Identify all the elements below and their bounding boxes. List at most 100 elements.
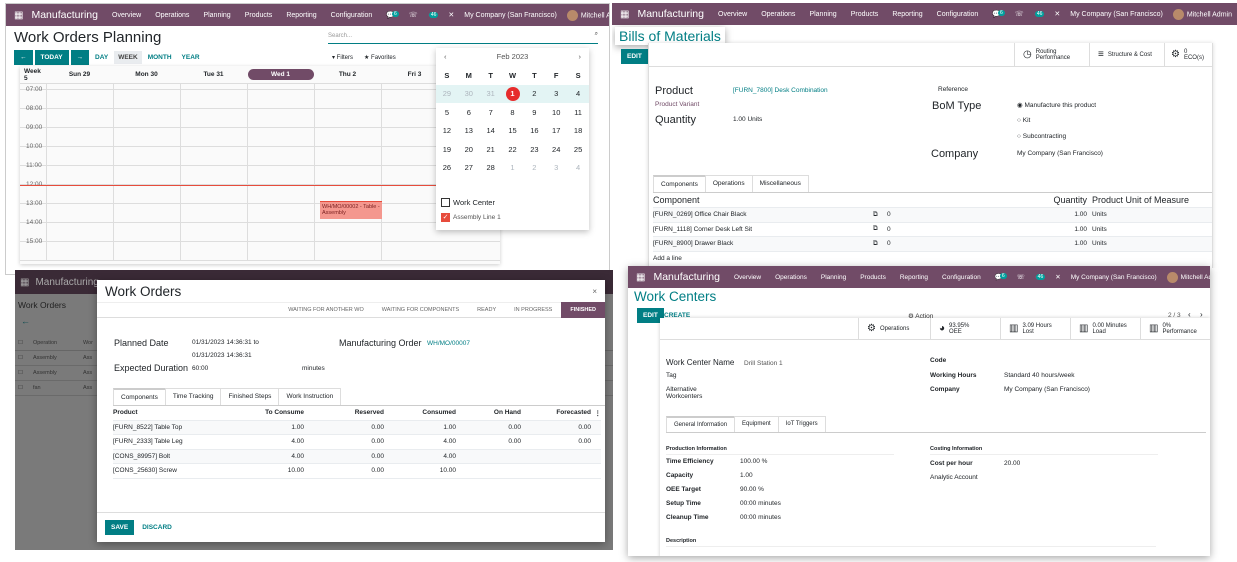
table-row[interactable]: [CONS_25630] Screw 10.00 0.00 10.00 (113, 464, 601, 479)
table-row[interactable]: [FURN_0269] Office Chair Black ⧉ 0 1.00 Unit… (653, 208, 1212, 223)
day-column-cell[interactable] (247, 147, 248, 165)
day-column-cell[interactable] (113, 223, 114, 241)
company-field[interactable]: My Company (San Francisco) (1004, 386, 1090, 393)
calendar-event[interactable]: WH/MO/00002 - Table - Assembly (320, 201, 382, 219)
activity-icon[interactable]: ◔46 (1035, 273, 1046, 281)
phone-icon[interactable]: ☏ (1015, 10, 1024, 18)
hour-row[interactable]: 09:00 (20, 124, 500, 147)
phone-icon[interactable]: ☏ (1017, 273, 1025, 281)
hour-row[interactable]: 07:00 (20, 86, 500, 109)
stat-button-oee[interactable]: ◕ 93.95% OEE (930, 318, 1000, 339)
day-column-cell[interactable] (180, 147, 181, 165)
radio-checked-icon[interactable]: ◉ (1017, 102, 1023, 109)
day-column-cell[interactable] (180, 242, 181, 260)
apps-menu-icon[interactable]: ▦ (620, 9, 629, 20)
stat-button-performance[interactable]: ▥ 0% Performance (1140, 318, 1210, 339)
checkbox-icon[interactable] (441, 198, 450, 207)
day-column-cell[interactable] (180, 90, 181, 108)
day-column-cell[interactable] (381, 242, 382, 260)
day-column-cell[interactable] (381, 128, 382, 146)
day-column-cell[interactable] (180, 128, 181, 146)
calendar-day[interactable]: 6 (458, 108, 480, 117)
hour-row[interactable]: 08:00 (20, 105, 500, 128)
menu-planning[interactable]: Planning (203, 12, 230, 19)
day-column-cell[interactable] (180, 204, 181, 222)
scale-year[interactable]: YEAR (178, 51, 204, 64)
close-icon[interactable]: × (592, 287, 597, 296)
tab-work-instruction[interactable]: Work Instruction (278, 388, 342, 405)
day-column-cell[interactable] (113, 109, 114, 127)
day-header[interactable]: Thu 2 (314, 71, 381, 78)
stat-button-load[interactable]: ▥ 0.00 Minutes Load (1070, 318, 1140, 339)
user-menu[interactable]: Mitchell Admin (1172, 8, 1232, 20)
bom-type-manufacture[interactable]: ◉ Manufacture this product (1017, 101, 1096, 109)
app-name[interactable]: Manufacturing (31, 9, 98, 21)
calendar-day[interactable]: 16 (523, 126, 545, 135)
day-column-cell[interactable] (46, 128, 47, 146)
time-grid[interactable]: 06:0007:0008:0009:0010:0011:0012:0013:00… (20, 84, 500, 261)
calendar-day[interactable]: 12 (436, 126, 458, 135)
calendar-day[interactable]: 23 (523, 145, 545, 154)
calendar-day[interactable]: 10 (545, 108, 567, 117)
day-column-cell[interactable] (113, 204, 114, 222)
stat-button-operations[interactable]: ⚙ Operations (858, 318, 930, 339)
calendar-day[interactable]: 5 (436, 108, 458, 117)
menu-overview[interactable]: Overview (734, 274, 761, 281)
menu-operations[interactable]: Operations (155, 12, 189, 19)
day-column-cell[interactable] (314, 204, 315, 222)
day-column-cell[interactable] (180, 223, 181, 241)
day-column-cell[interactable] (113, 242, 114, 260)
day-column-cell[interactable] (46, 242, 47, 260)
day-column-cell[interactable] (46, 223, 47, 241)
day-header-today[interactable]: Wed 1 (247, 69, 314, 80)
day-column-cell[interactable] (46, 147, 47, 165)
activity-icon[interactable]: ◔46 (428, 11, 439, 19)
menu-overview[interactable]: Overview (112, 12, 141, 19)
routing-performance-button[interactable]: ◷ Routing Performance (1014, 43, 1089, 66)
hour-row[interactable]: 12:00 (20, 181, 500, 204)
table-row[interactable]: [FURN_1118] Corner Desk Left Sit ⧉ 0 1.00 Un… (653, 223, 1212, 237)
phone-icon[interactable]: ☏ (409, 11, 418, 19)
radio-icon[interactable]: ○ (1017, 117, 1021, 124)
add-line-link[interactable]: Add a line (653, 252, 1212, 262)
day-column-cell[interactable] (180, 166, 181, 184)
calendar-day[interactable]: 2 (523, 89, 545, 98)
day-header[interactable]: Tue 31 (180, 71, 247, 78)
apps-menu-icon[interactable]: ▦ (14, 10, 23, 21)
debug-close-icon[interactable]: ✕ (1054, 10, 1060, 18)
day-column-cell[interactable] (46, 90, 47, 108)
scale-week[interactable]: WEEK (114, 50, 142, 64)
calendar-day[interactable]: 20 (458, 145, 480, 154)
menu-overview[interactable]: Overview (718, 11, 747, 18)
day-column-cell[interactable] (46, 204, 47, 222)
radio-icon[interactable]: ○ (1017, 133, 1021, 140)
planned-date-from[interactable]: 01/31/2023 14:36:31 to (192, 339, 259, 346)
menu-operations[interactable]: Operations (761, 11, 795, 18)
calendar-day[interactable]: 26 (436, 163, 458, 172)
day-column-cell[interactable] (381, 147, 382, 165)
calendar-day[interactable]: 15 (502, 126, 524, 135)
day-column-cell[interactable] (247, 204, 248, 222)
tab-miscellaneous[interactable]: Miscellaneous (751, 175, 809, 192)
working-hours-field[interactable]: Standard 40 hours/week (1004, 372, 1074, 379)
day-column-cell[interactable] (381, 223, 382, 241)
forecast-icon[interactable]: ⧉ (873, 225, 883, 233)
day-column-cell[interactable] (314, 90, 315, 108)
duration-field[interactable]: 60:00 (192, 365, 208, 372)
hour-row[interactable]: 13:00 (20, 200, 500, 223)
prev-month-icon[interactable]: ‹ (444, 52, 447, 62)
search-icon[interactable]: ⌕ (595, 31, 598, 38)
activity-icon[interactable]: ◔46 (1034, 10, 1045, 18)
calendar-day[interactable]: 28 (480, 163, 502, 172)
status-finished[interactable]: FINISHED (561, 302, 605, 318)
day-column-cell[interactable] (314, 185, 315, 203)
calendar-day[interactable]: 4 (567, 89, 589, 98)
menu-reporting[interactable]: Reporting (286, 12, 316, 19)
checkbox-icon[interactable]: ☐ (18, 385, 23, 391)
mo-link[interactable]: WH/MO/00007 (427, 340, 470, 347)
menu-configuration[interactable]: Configuration (331, 12, 373, 19)
day-column-cell[interactable] (314, 109, 315, 127)
menu-configuration[interactable]: Configuration (942, 274, 981, 281)
calendar-day[interactable]: 17 (545, 126, 567, 135)
day-column-cell[interactable] (314, 128, 315, 146)
